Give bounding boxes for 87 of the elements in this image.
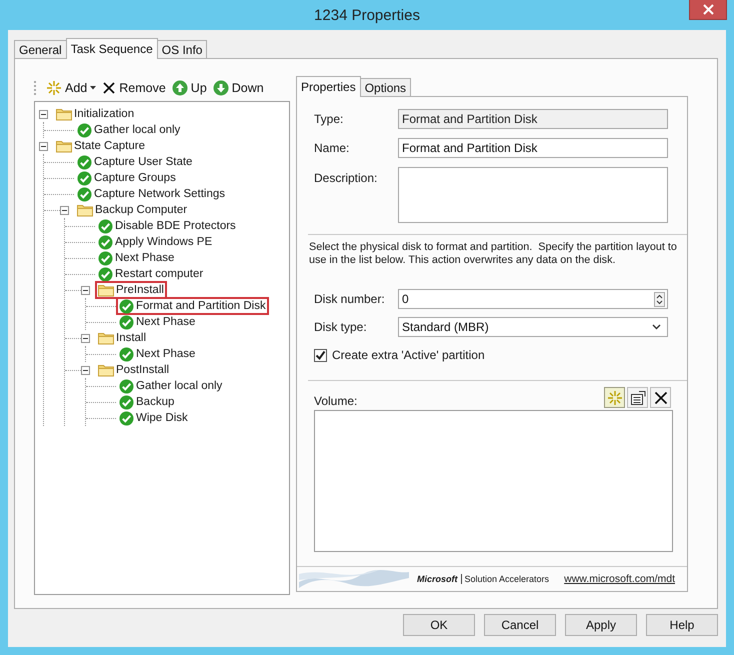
tree-item[interactable]: Next Phase — [116, 345, 198, 363]
instruction-text: Select the physical disk to format and partition. Specify the partition layout to use in the list below. This action overwrites any data on the disk. — [309, 241, 678, 267]
check-icon — [119, 314, 134, 330]
collapse-icon[interactable] — [39, 142, 48, 150]
number-spinner[interactable]: 0 — [398, 289, 668, 309]
tree-item[interactable]: Next Phase — [116, 313, 198, 331]
check-icon — [98, 266, 113, 282]
folder-icon — [98, 363, 114, 377]
tool-button[interactable] — [650, 387, 671, 408]
close-icon — [702, 4, 714, 15]
check-icon — [119, 394, 134, 410]
toolbar-button[interactable]: Down — [212, 80, 265, 96]
collapse-icon[interactable] — [81, 286, 90, 294]
check-icon — [119, 378, 134, 394]
folder-icon — [77, 203, 93, 217]
toolbar-button[interactable]: Up — [170, 80, 208, 96]
chevron-down-icon — [652, 324, 661, 330]
check-icon — [77, 186, 92, 202]
tree-item[interactable]: State Capture — [53, 137, 148, 155]
folder-icon — [56, 139, 72, 153]
collapse-icon[interactable] — [60, 206, 69, 214]
spin-arrows-icon — [654, 292, 665, 306]
check-icon — [119, 346, 134, 362]
collapse-icon[interactable] — [81, 334, 90, 342]
dialog-button[interactable]: Apply — [565, 614, 637, 636]
dialog-button[interactable]: Cancel — [484, 614, 556, 636]
dialog-button[interactable]: Help — [646, 614, 718, 636]
collapse-icon[interactable] — [39, 110, 48, 118]
delete-icon — [102, 81, 116, 95]
field-label: Name: — [314, 141, 350, 155]
folder-icon — [98, 331, 114, 345]
tree-item[interactable]: Next Phase — [95, 249, 178, 267]
tab[interactable]: Task Sequence — [66, 38, 158, 59]
folder-icon — [98, 283, 114, 297]
field-label: Type: — [314, 112, 344, 126]
tree-item[interactable]: Apply Windows PE — [95, 233, 216, 251]
tree-item[interactable]: Wipe Disk — [116, 409, 191, 427]
dialog-button[interactable]: OK — [403, 614, 475, 636]
check-icon — [98, 250, 113, 266]
caret-icon — [90, 86, 96, 90]
tree-item[interactable]: Initialization — [53, 105, 138, 123]
tab[interactable]: Options — [360, 78, 412, 96]
tree-item[interactable]: Backup — [116, 393, 178, 411]
tree-item[interactable]: Disable BDE Protectors — [95, 217, 239, 235]
tree-item[interactable]: PostInstall — [95, 361, 172, 379]
brand-logo: Microsoft — [417, 574, 462, 584]
field-label: Volume: — [314, 394, 358, 408]
checkbox-label: Create extra 'Active' partition — [332, 348, 485, 362]
tree-item[interactable]: Capture Groups — [74, 169, 179, 187]
toolbar-button[interactable]: Add — [45, 80, 98, 96]
tool-button[interactable] — [627, 387, 648, 408]
tree-item[interactable]: Backup Computer — [74, 201, 190, 219]
tree-item[interactable]: PreInstall — [95, 281, 167, 299]
tab[interactable]: General — [14, 40, 67, 58]
starburst-icon — [606, 390, 622, 406]
tab[interactable]: Properties — [296, 76, 361, 97]
close-button[interactable] — [689, 0, 727, 20]
delete-icon — [654, 390, 668, 404]
properties-icon — [630, 390, 646, 406]
check-icon — [77, 154, 92, 170]
check-icon — [98, 218, 113, 234]
tree-item[interactable]: Capture Network Settings — [74, 185, 228, 203]
check-icon — [119, 410, 134, 426]
toolbar-button[interactable]: Remove — [101, 81, 167, 95]
dropdown[interactable]: Standard (MBR) — [398, 317, 668, 337]
tree-item[interactable]: Gather local only — [74, 121, 184, 139]
window-title: 1234 Properties — [314, 6, 420, 24]
tree-item[interactable]: Restart computer — [95, 265, 206, 283]
folder-icon — [56, 107, 72, 121]
input-field[interactable]: Format and Partition Disk — [398, 138, 668, 158]
tree-item[interactable]: Gather local only — [116, 377, 226, 395]
tree-item[interactable]: Capture User State — [74, 153, 196, 171]
check-icon — [98, 234, 113, 250]
tab[interactable]: OS Info — [156, 40, 208, 58]
product-name: Solution Accelerators — [464, 574, 550, 584]
check-icon — [77, 170, 92, 186]
field-label: Description: — [314, 170, 378, 185]
check-icon — [119, 298, 134, 314]
checkbox[interactable] — [314, 348, 327, 362]
tree-item[interactable]: Format and Partition Disk — [116, 297, 269, 315]
starburst-icon — [46, 80, 62, 96]
collapse-icon[interactable] — [81, 366, 90, 374]
field-label: Disk number: — [314, 292, 386, 306]
field-label: Disk type: — [314, 320, 368, 334]
tree-item[interactable]: Install — [95, 329, 150, 347]
website-link[interactable]: www.microsoft.com/mdt — [564, 573, 675, 585]
check-icon — [77, 122, 92, 138]
